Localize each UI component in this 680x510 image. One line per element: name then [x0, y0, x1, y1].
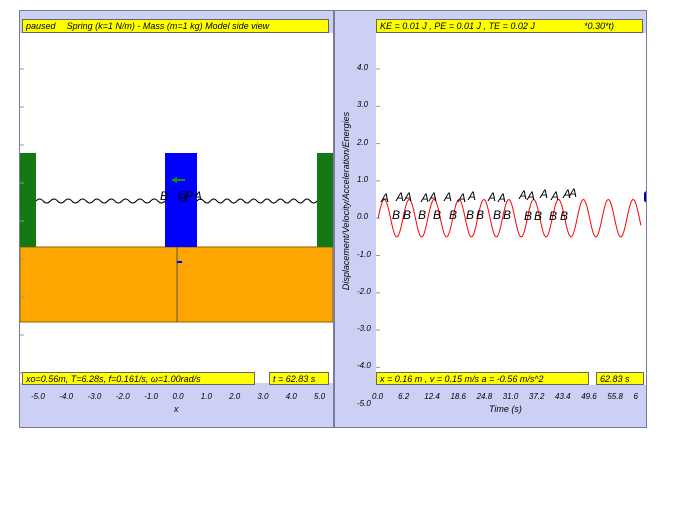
wave-label-a: A [467, 189, 476, 203]
y-tick-label: -1.0 [357, 249, 371, 259]
time-tick-label: 37.2 [528, 392, 545, 401]
graph-svg: A A A A A A A A A A A A A A AAB B B B B B B B B B B B B [376, 68, 646, 368]
readout-bar: x = 0.16 m , v = 0.15 m/s a = -0.56 m/s^… [376, 372, 589, 385]
spring-diagram: B @ P A [20, 68, 333, 374]
time-tick-label: 31.0 [502, 392, 519, 401]
x-axis-label: x [174, 404, 179, 414]
x-tick-label: -4.0 [59, 392, 74, 401]
wave-label-b: B [534, 209, 542, 223]
time-tick-label: 6 [633, 392, 638, 401]
oscillation-info: xo=0.56m, T=6.28s, f=0.161/s, ω=1.00rad/… [22, 372, 255, 385]
wave-label-b: B [418, 208, 426, 222]
y-tick-label: 4.0 [357, 63, 369, 72]
wave-label-a: A [518, 188, 527, 202]
wave-label-b: B [466, 208, 474, 222]
wave-label-a: A [568, 186, 577, 200]
model-title: Spring (k=1 N/m) - Mass (m=1 kg) Model s… [66, 21, 270, 31]
x-tick-label: -1.0 [144, 392, 158, 401]
time-tick-label: 6.2 [398, 392, 410, 401]
time-tick-label: 24.8 [476, 392, 493, 401]
x-tick-label: 5.0 [314, 392, 326, 401]
wave-label-a: A [550, 189, 559, 203]
x-tick-label: 0.0 [172, 392, 184, 401]
wave-label-b: B [560, 209, 568, 223]
time-tick-label: 12.4 [424, 392, 440, 401]
graph-panel[interactable]: KE = 0.01 J , PE = 0.01 J , TE = 0.02 J … [334, 10, 647, 428]
y-tick-label: -4.0 [357, 361, 371, 371]
y-tick-label: 1.0 [357, 174, 369, 184]
left-wall [20, 153, 36, 247]
oscillation-info-text: xo=0.56m, T=6.28s, f=0.161/s, ω=1.00rad/… [26, 374, 201, 384]
wave-label-a: A [380, 191, 389, 205]
wave-label-a: A [457, 191, 466, 205]
wave-label-b: B [476, 208, 484, 222]
left-spring [35, 198, 166, 204]
x-tick-label: -3.0 [87, 392, 102, 401]
mass-label-b: B [160, 189, 168, 203]
x-tick-label: 4.0 [285, 392, 297, 401]
wave-label-a: A [443, 190, 452, 204]
wave-label-a: A [487, 190, 496, 204]
wave-label-a: A [403, 190, 412, 204]
spring-view-plot[interactable]: B @ P A [20, 33, 333, 383]
energy-text: KE = 0.01 J , PE = 0.01 J , TE = 0.02 J [380, 21, 535, 31]
x-tick-label: -2.0 [115, 392, 130, 401]
wave-label-b: B [524, 209, 532, 223]
time-tick-label: 0.0 [372, 392, 384, 401]
wave-label-b: B [433, 208, 441, 222]
wave-label-a: A [497, 191, 506, 205]
wave-label-a: A [395, 190, 404, 204]
y-tick-label: 0.0 [357, 212, 369, 222]
graph-edge-marker [644, 191, 646, 203]
wave-label-a: A [428, 190, 437, 204]
wave-label-b: B [392, 208, 400, 222]
wave-label-b: B [449, 208, 457, 222]
graph-time-text: 62.83 s [600, 374, 630, 384]
spring-view-panel[interactable]: paused Spring (k=1 N/m) - Mass (m=1 kg) … [19, 10, 334, 428]
wave-label-b: B [403, 208, 411, 222]
x-tick-label: 1.0 [200, 392, 212, 401]
wave-label-b: B [493, 208, 501, 222]
energy-bar: KE = 0.01 J , PE = 0.01 J , TE = 0.02 J … [376, 19, 643, 33]
grid-ticks [20, 68, 24, 374]
graph-time-display: 62.83 s [596, 372, 644, 385]
wave-label-a: A [420, 191, 429, 205]
status-bar: paused Spring (k=1 N/m) - Mass (m=1 kg) … [22, 19, 329, 33]
time-tick-label: 43.4 [555, 392, 571, 401]
energy-tail: *0.30*t) [584, 21, 615, 31]
y-tick-label: 3.0 [357, 100, 369, 110]
right-spring [196, 198, 318, 204]
y-tick-label: -2.0 [357, 286, 371, 296]
x-tick-label: 3.0 [257, 392, 269, 401]
grid-lines [376, 68, 380, 368]
y-tick-label: 2.0 [357, 137, 369, 147]
wave-label-a: A [526, 189, 535, 203]
time-display: t = 62.83 s [269, 372, 329, 385]
mass-label-p: P [185, 189, 193, 203]
time-tick-label: 18.6 [450, 392, 467, 401]
y-axis-label: Displacement/Velocity/Acceleration/Energ… [341, 111, 351, 291]
time-display-text: t = 62.83 s [273, 374, 316, 384]
time-axis-label: Time (s) [489, 404, 522, 414]
wave-label-a: A [539, 187, 548, 201]
time-tick-label: 55.8 [607, 392, 623, 401]
wave-labels: A A A A A A A A A A A A A A AAB B B B B B B B B B B B B [380, 186, 577, 223]
mass-label-a: A [193, 189, 202, 203]
x-tick-label: -5.0 [31, 392, 45, 401]
position-marker [177, 261, 182, 263]
wave-label-b: B [503, 208, 511, 222]
wave-label-b: B [549, 209, 557, 223]
time-tick-label: 49.6 [581, 392, 597, 401]
x-tick-label: 2.0 [229, 392, 241, 401]
y-tick-label: -3.0 [357, 324, 371, 334]
status-text: paused [26, 21, 56, 31]
readout-text: x = 0.16 m , v = 0.15 m/s a = -0.56 m/s^… [380, 374, 544, 384]
y-tick-label: -5.0 [357, 398, 371, 408]
graph-plot[interactable]: AAAAAAAAAAAAAAAABBBBBBBBBBBBB [376, 33, 646, 385]
right-wall [317, 153, 333, 247]
